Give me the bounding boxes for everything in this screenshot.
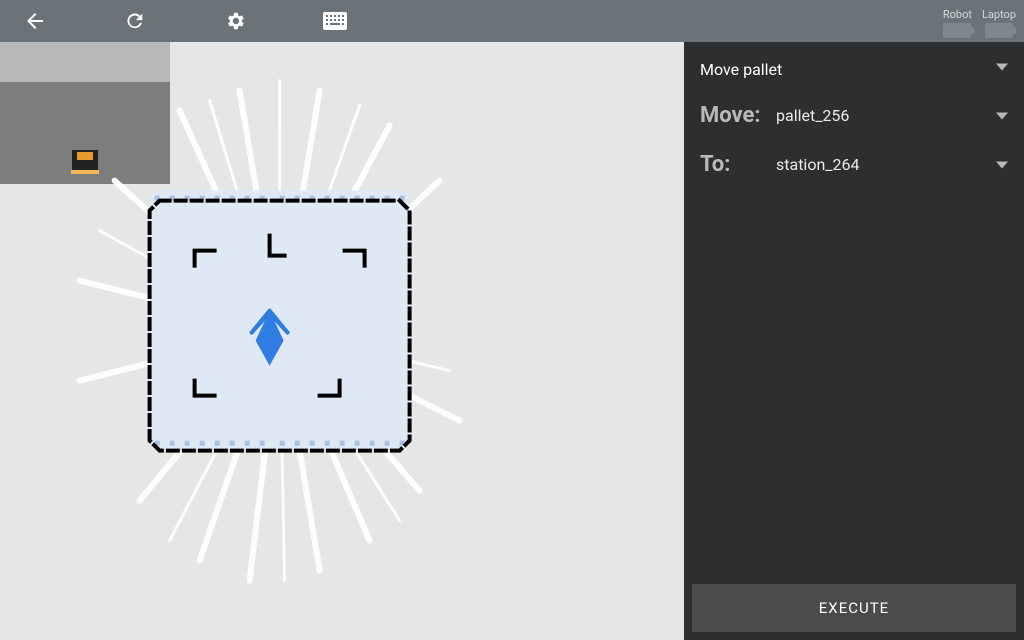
battery-laptop-icon bbox=[985, 23, 1013, 38]
move-value: pallet_256 bbox=[770, 106, 1008, 125]
battery-laptop: Laptop bbox=[982, 8, 1016, 38]
battery-robot-icon bbox=[943, 23, 971, 38]
move-label: Move: bbox=[700, 103, 770, 128]
battery-laptop-label: Laptop bbox=[982, 8, 1016, 21]
gear-icon bbox=[224, 10, 246, 32]
settings-button[interactable] bbox=[214, 0, 256, 42]
battery-robot: Robot bbox=[943, 8, 972, 38]
chevron-down-icon bbox=[996, 63, 1008, 70]
task-title: Move pallet bbox=[700, 60, 1008, 79]
chevron-down-icon bbox=[996, 161, 1008, 168]
map-view[interactable] bbox=[0, 42, 684, 640]
map-canvas bbox=[20, 71, 540, 591]
reload-button[interactable] bbox=[114, 0, 156, 42]
move-dropdown[interactable]: Move: pallet_256 bbox=[684, 91, 1024, 140]
to-dropdown[interactable]: To: station_264 bbox=[684, 140, 1024, 189]
task-sidebar: Move pallet Move: pallet_256 To: station… bbox=[684, 42, 1024, 640]
reload-icon bbox=[124, 10, 146, 32]
battery-indicators: Robot Laptop bbox=[943, 0, 1016, 42]
back-button[interactable] bbox=[14, 0, 56, 42]
top-toolbar: Robot Laptop bbox=[0, 0, 1024, 42]
keyboard-icon bbox=[323, 12, 347, 30]
task-dropdown[interactable]: Move pallet bbox=[684, 42, 1024, 91]
execute-button[interactable]: EXECUTE bbox=[692, 584, 1016, 632]
back-icon bbox=[23, 9, 47, 33]
chevron-down-icon bbox=[996, 112, 1008, 119]
keyboard-button[interactable] bbox=[314, 0, 356, 42]
to-value: station_264 bbox=[770, 155, 1008, 174]
battery-robot-label: Robot bbox=[943, 8, 972, 21]
execute-label: EXECUTE bbox=[819, 599, 889, 617]
to-label: To: bbox=[700, 152, 770, 177]
